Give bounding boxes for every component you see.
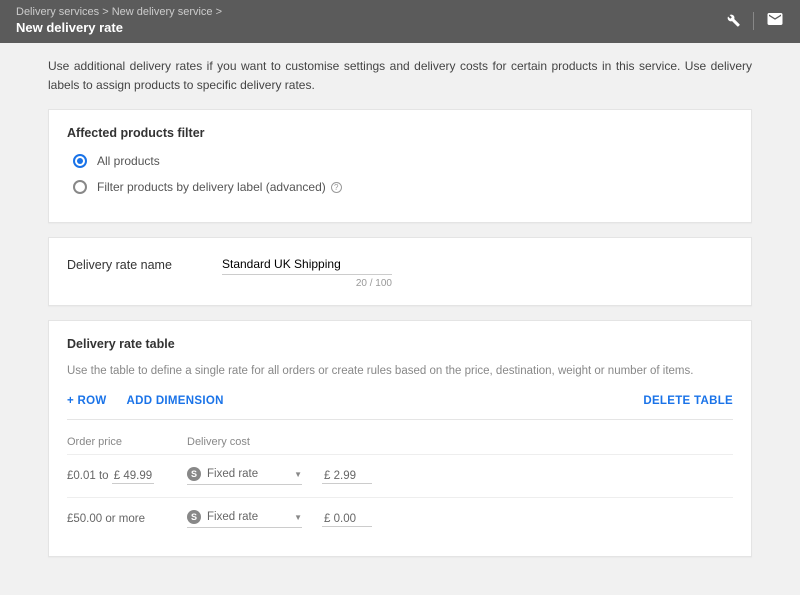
filter-card: Affected products filter All products Fi… [48,109,752,223]
radio-by-label-text: Filter products by delivery label (advan… [97,180,326,194]
chevron-down-icon: ▼ [294,470,302,479]
table-desc: Use the table to define a single rate fo… [67,365,733,377]
help-icon[interactable]: ? [331,182,342,193]
price-from: £50.00 [67,513,102,525]
cost-type-label: Fixed rate [207,511,258,523]
intro-text: Use additional delivery rates if you wan… [48,57,752,95]
radio-by-label[interactable] [73,180,87,194]
price-from: £0.01 [67,470,96,482]
breadcrumb: Delivery services > New delivery service… [16,6,222,18]
add-row-button[interactable]: + ROW [67,395,107,407]
cost-type-select[interactable]: S Fixed rate ▼ [187,467,302,485]
price-to-input[interactable]: £ 49.99 [112,469,154,484]
add-dimension-button[interactable]: ADD DIMENSION [127,395,224,407]
table-header: Order price Delivery cost [67,430,733,455]
rate-name-card: Delivery rate name 20 / 100 [48,237,752,306]
rate-name-label: Delivery rate name [67,254,222,272]
currency-icon: S [187,467,201,481]
app-header: Delivery services > New delivery service… [0,0,800,43]
cost-amount-input[interactable]: £ 2.99 [322,469,372,484]
wrench-icon[interactable] [723,10,741,31]
radio-all-products[interactable] [73,154,87,168]
currency-icon: S [187,510,201,524]
price-to-label: to [99,470,109,482]
cost-type-label: Fixed rate [207,468,258,480]
rate-table-card: Delivery rate table Use the table to def… [48,320,752,557]
table-title: Delivery rate table [67,337,733,351]
cost-type-select[interactable]: S Fixed rate ▼ [187,510,302,528]
table-row: £50.00 or more S Fixed rate ▼ £ 0.00 [67,498,733,540]
cost-amount-input[interactable]: £ 0.00 [322,512,372,527]
rate-name-input[interactable] [222,254,392,275]
table-row: £0.01 to £ 49.99 S Fixed rate ▼ £ 2.99 [67,455,733,498]
char-count: 20 / 100 [222,278,392,289]
delete-table-button[interactable]: DELETE TABLE [643,395,733,407]
breadcrumb-link-2[interactable]: New delivery service [112,6,213,18]
radio-all-label: All products [97,154,160,168]
col-delivery-cost: Delivery cost [187,436,322,448]
chevron-down-icon: ▼ [294,513,302,522]
page-title: New delivery rate [16,20,222,35]
breadcrumb-link-1[interactable]: Delivery services [16,6,99,18]
filter-title: Affected products filter [67,126,733,140]
mail-icon[interactable] [766,10,784,31]
separator [753,12,754,30]
price-to-label: or more [105,513,145,525]
col-order-price: Order price [67,436,187,448]
